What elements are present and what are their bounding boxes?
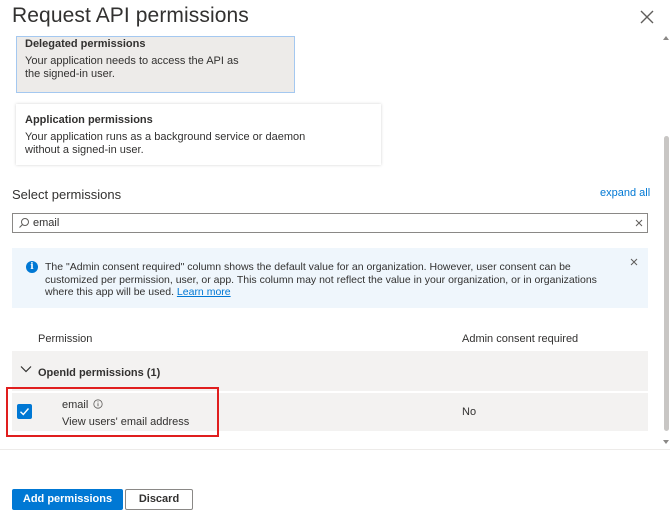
scroll-thumb[interactable]: [664, 136, 669, 431]
info-banner-text: The "Admin consent required" column show…: [45, 261, 625, 299]
delegated-permissions-card[interactable]: Delegated permissions Your application n…: [16, 36, 295, 93]
scroll-up-arrow[interactable]: [663, 36, 669, 40]
column-header-admin-consent: Admin consent required: [462, 333, 579, 345]
openid-permissions-group[interactable]: OpenId permissions (1): [12, 351, 648, 391]
delegated-permissions-title: Delegated permissions: [25, 38, 146, 50]
info-banner: i The "Admin consent required" column sh…: [12, 248, 648, 308]
add-permissions-button[interactable]: Add permissions: [12, 489, 123, 510]
permission-description: View users' email address: [62, 416, 190, 428]
table-row[interactable]: email View users' email address No: [12, 393, 648, 431]
checkmark-icon: [20, 408, 30, 416]
info-icon: i: [26, 261, 38, 273]
application-permissions-description: Your application runs as a background se…: [25, 131, 306, 156]
application-permissions-card[interactable]: Application permissions Your application…: [16, 104, 381, 165]
scroll-down-arrow[interactable]: [663, 440, 669, 444]
dismiss-info-icon[interactable]: [629, 257, 639, 267]
permission-search-box[interactable]: [12, 213, 648, 233]
permission-name: email: [62, 399, 89, 411]
email-permission-checkbox[interactable]: [17, 404, 32, 419]
admin-consent-value: No: [462, 406, 477, 418]
info-banner-message: The "Admin consent required" column show…: [45, 261, 597, 298]
search-icon: [19, 218, 29, 228]
scrollbar[interactable]: [663, 36, 670, 450]
group-label: OpenId permissions (1): [38, 367, 161, 379]
select-permissions-label: Select permissions: [12, 187, 122, 202]
close-icon[interactable]: [638, 8, 656, 26]
search-input[interactable]: [33, 215, 623, 231]
column-header-permission: Permission: [38, 333, 93, 345]
delegated-permissions-description: Your application needs to access the API…: [25, 55, 239, 80]
clear-search-icon[interactable]: [633, 217, 645, 229]
application-permissions-title: Application permissions: [25, 114, 153, 126]
info-icon[interactable]: [93, 399, 103, 409]
expand-all-link[interactable]: expand all: [600, 187, 650, 199]
learn-more-link[interactable]: Learn more: [177, 286, 231, 298]
chevron-down-icon[interactable]: [20, 365, 32, 373]
dialog-title: Request API permissions: [12, 4, 249, 27]
discard-button[interactable]: Discard: [125, 489, 193, 510]
footer-divider: [0, 449, 670, 450]
